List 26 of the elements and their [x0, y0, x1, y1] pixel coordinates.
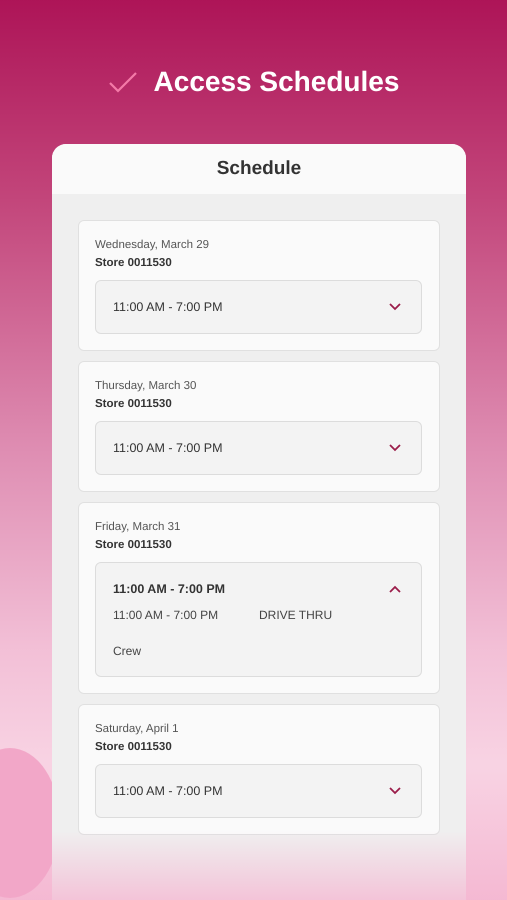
date-label: Friday, March 31 — [95, 521, 182, 533]
shift-panel[interactable]: 11:00 AM - 7:00 PM — [95, 280, 422, 334]
station-label: DRIVE THRU — [259, 608, 332, 622]
store-label: Store 0011530 — [95, 539, 173, 551]
date-label: Wednesday, March 29 — [95, 239, 210, 251]
shift-time: 11:00 AM - 7:00 PM — [113, 300, 223, 314]
store-label: Store 0011530 — [95, 741, 173, 753]
shift-panel[interactable]: 11:00 AM - 7:00 PM — [95, 421, 422, 475]
store-label: Store 0011530 — [95, 257, 173, 269]
date-label: Thursday, March 30 — [95, 380, 198, 392]
chevron-down-icon — [389, 787, 401, 795]
shift-time: 11:00 AM - 7:00 PM — [113, 582, 226, 596]
checkmark-icon — [108, 70, 138, 94]
shift-panel[interactable]: 11:00 AM - 7:00 PM — [95, 764, 422, 818]
shift-time: 11:00 AM - 7:00 PM — [113, 784, 223, 798]
detail-time: 11:00 AM - 7:00 PM — [113, 608, 220, 622]
store-label: Store 0011530 — [95, 398, 173, 410]
shift-panel[interactable]: 11:00 AM - 7:00 PM 11:00 AM - 7:00 PM DRIVE THRU Crew — [95, 562, 422, 677]
role-label: Crew — [113, 644, 142, 658]
chevron-down-icon — [389, 444, 401, 452]
chevron-down-icon — [389, 303, 401, 311]
shift-time: 11:00 AM - 7:00 PM — [113, 441, 223, 455]
chevron-up-icon — [389, 585, 401, 593]
screen-title: Schedule — [216, 158, 302, 180]
headline: Access Schedules — [154, 66, 400, 98]
date-label: Saturday, April 1 — [95, 723, 180, 735]
